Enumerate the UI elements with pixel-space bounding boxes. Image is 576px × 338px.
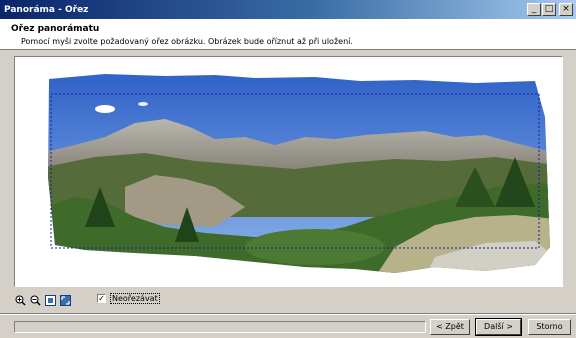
- divider: [0, 313, 576, 315]
- minimize-button[interactable]: _: [527, 3, 541, 16]
- header-title: Ořez panorámatu: [11, 24, 100, 34]
- actual-size-icon[interactable]: [44, 294, 57, 307]
- panorama-preview[interactable]: [14, 56, 563, 287]
- panorama-crop-dialog: Panoráma - Ořez _ □ × Ořez panorámatu Po…: [0, 0, 576, 338]
- wizard-header: Ořez panorámatu Pomocí myši zvolte požad…: [0, 19, 576, 50]
- header-subtitle: Pomocí myši zvolte požadovaný ořez obráz…: [21, 37, 353, 46]
- title-bar[interactable]: Panoráma - Ořez _ □ ×: [0, 0, 576, 19]
- panorama-image[interactable]: [15, 57, 562, 286]
- maximize-button[interactable]: □: [542, 3, 556, 16]
- no-crop-option[interactable]: ✓ Neořezávat: [97, 293, 160, 304]
- window-title: Panoráma - Ořez: [4, 4, 89, 15]
- zoom-out-icon[interactable]: [29, 294, 42, 307]
- no-crop-checkbox[interactable]: ✓: [97, 294, 106, 303]
- cancel-button[interactable]: Storno: [528, 319, 571, 335]
- close-button[interactable]: ×: [559, 3, 573, 16]
- back-button[interactable]: < Zpět: [430, 319, 470, 335]
- title-buttons: _ □ ×: [527, 3, 573, 16]
- zoom-in-icon[interactable]: [14, 294, 27, 307]
- progress-bar: [14, 321, 426, 333]
- next-button[interactable]: Další >: [475, 318, 522, 336]
- zoom-toolbar: [14, 293, 74, 307]
- fit-to-window-icon[interactable]: [59, 294, 72, 307]
- no-crop-label[interactable]: Neořezávat: [110, 293, 160, 304]
